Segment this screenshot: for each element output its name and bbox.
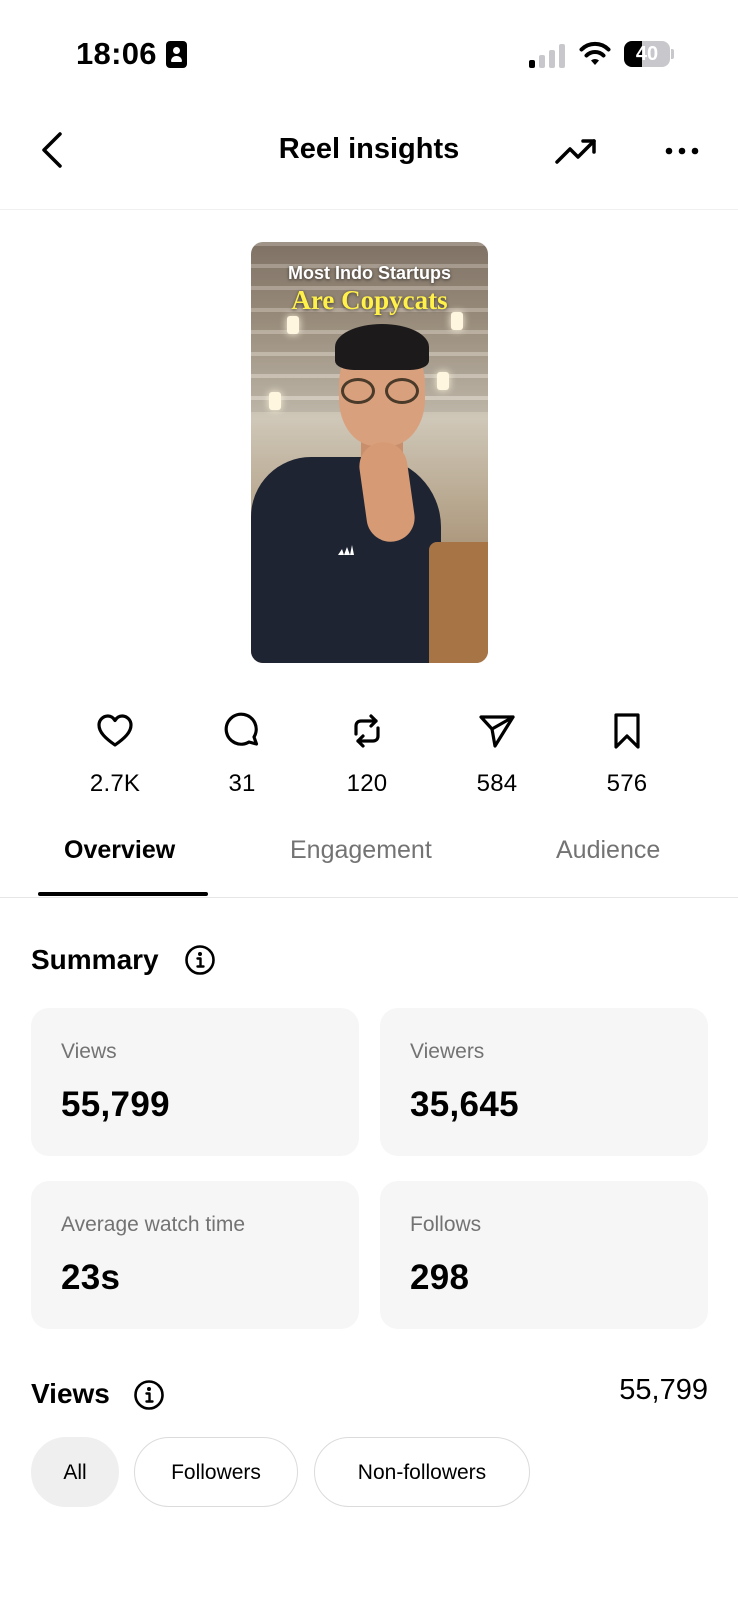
filter-non-followers-chip[interactable]: Non-followers <box>314 1437 530 1507</box>
battery-percent: 40 <box>635 43 659 65</box>
viewers-card-value: 35,645 <box>410 1085 519 1124</box>
viewers-card-label: Viewers <box>410 1040 485 1063</box>
average-watch-time-card: Average watch time 23s <box>31 1181 359 1329</box>
heart-icon <box>97 714 133 747</box>
page-title: Reel insights <box>278 133 460 165</box>
follows-card: Follows 298 <box>380 1181 708 1329</box>
tab-audience[interactable]: Audience <box>556 836 660 865</box>
wifi-icon <box>579 41 611 65</box>
filter-followers-chip[interactable]: Followers <box>134 1437 298 1507</box>
filter-followers-label: Followers <box>171 1461 261 1484</box>
status-time: 18:06 <box>76 36 157 71</box>
comment-icon <box>224 712 259 746</box>
top-navigation-bar: Reel insights <box>0 100 738 210</box>
filter-non-followers-label: Non-followers <box>357 1461 487 1484</box>
views-info-icon[interactable] <box>133 1379 165 1411</box>
repost-icon <box>354 714 380 748</box>
likes-stat[interactable]: 2.7K <box>70 712 160 798</box>
views-card-value: 55,799 <box>61 1085 170 1124</box>
brand-logo <box>338 545 354 555</box>
more-options-icon[interactable] <box>664 140 700 162</box>
status-bar: 18:06 40 <box>0 0 738 100</box>
follows-card-label: Follows <box>410 1213 482 1236</box>
bookmark-icon <box>614 713 640 749</box>
reel-caption-headline: Are Copycats <box>291 285 448 315</box>
follows-card-value: 298 <box>410 1258 470 1297</box>
filter-all-chip[interactable]: All <box>31 1437 119 1507</box>
active-tab-indicator <box>38 892 208 896</box>
cellular-signal-icon <box>529 44 565 68</box>
saves-stat[interactable]: 576 <box>582 712 672 798</box>
reel-caption-top: Most Indo Startups <box>288 263 451 283</box>
shares-stat[interactable]: 584 <box>452 712 542 798</box>
share-icon <box>479 715 515 748</box>
views-card: Views 55,799 <box>31 1008 359 1156</box>
average-watch-time-label: Average watch time <box>61 1213 246 1236</box>
comments-stat[interactable]: 31 <box>197 712 287 798</box>
saves-count: 576 <box>606 770 648 797</box>
views-card-label: Views <box>61 1040 117 1063</box>
contact-card-icon <box>166 41 187 68</box>
summary-info-icon[interactable] <box>184 944 216 976</box>
reposts-stat[interactable]: 120 <box>322 712 412 798</box>
reel-thumbnail[interactable]: Most Indo Startups Are Copycats <box>251 242 488 663</box>
tab-engagement[interactable]: Engagement <box>290 836 432 865</box>
trending-up-icon[interactable] <box>554 134 598 168</box>
viewers-card: Viewers 35,645 <box>380 1008 708 1156</box>
insights-tabs: Overview Engagement Audience <box>0 818 738 898</box>
filter-all-label: All <box>63 1461 87 1484</box>
average-watch-time-value: 23s <box>61 1258 121 1297</box>
battery-icon: 40 <box>624 41 674 67</box>
likes-count: 2.7K <box>89 770 141 797</box>
summary-title: Summary <box>31 944 159 975</box>
tab-overview[interactable]: Overview <box>64 836 175 865</box>
views-section-title: Views <box>31 1378 110 1409</box>
reposts-count: 120 <box>346 770 388 797</box>
views-total: 55,799 <box>619 1374 708 1406</box>
comments-count: 31 <box>228 770 256 797</box>
shares-count: 584 <box>476 770 518 797</box>
